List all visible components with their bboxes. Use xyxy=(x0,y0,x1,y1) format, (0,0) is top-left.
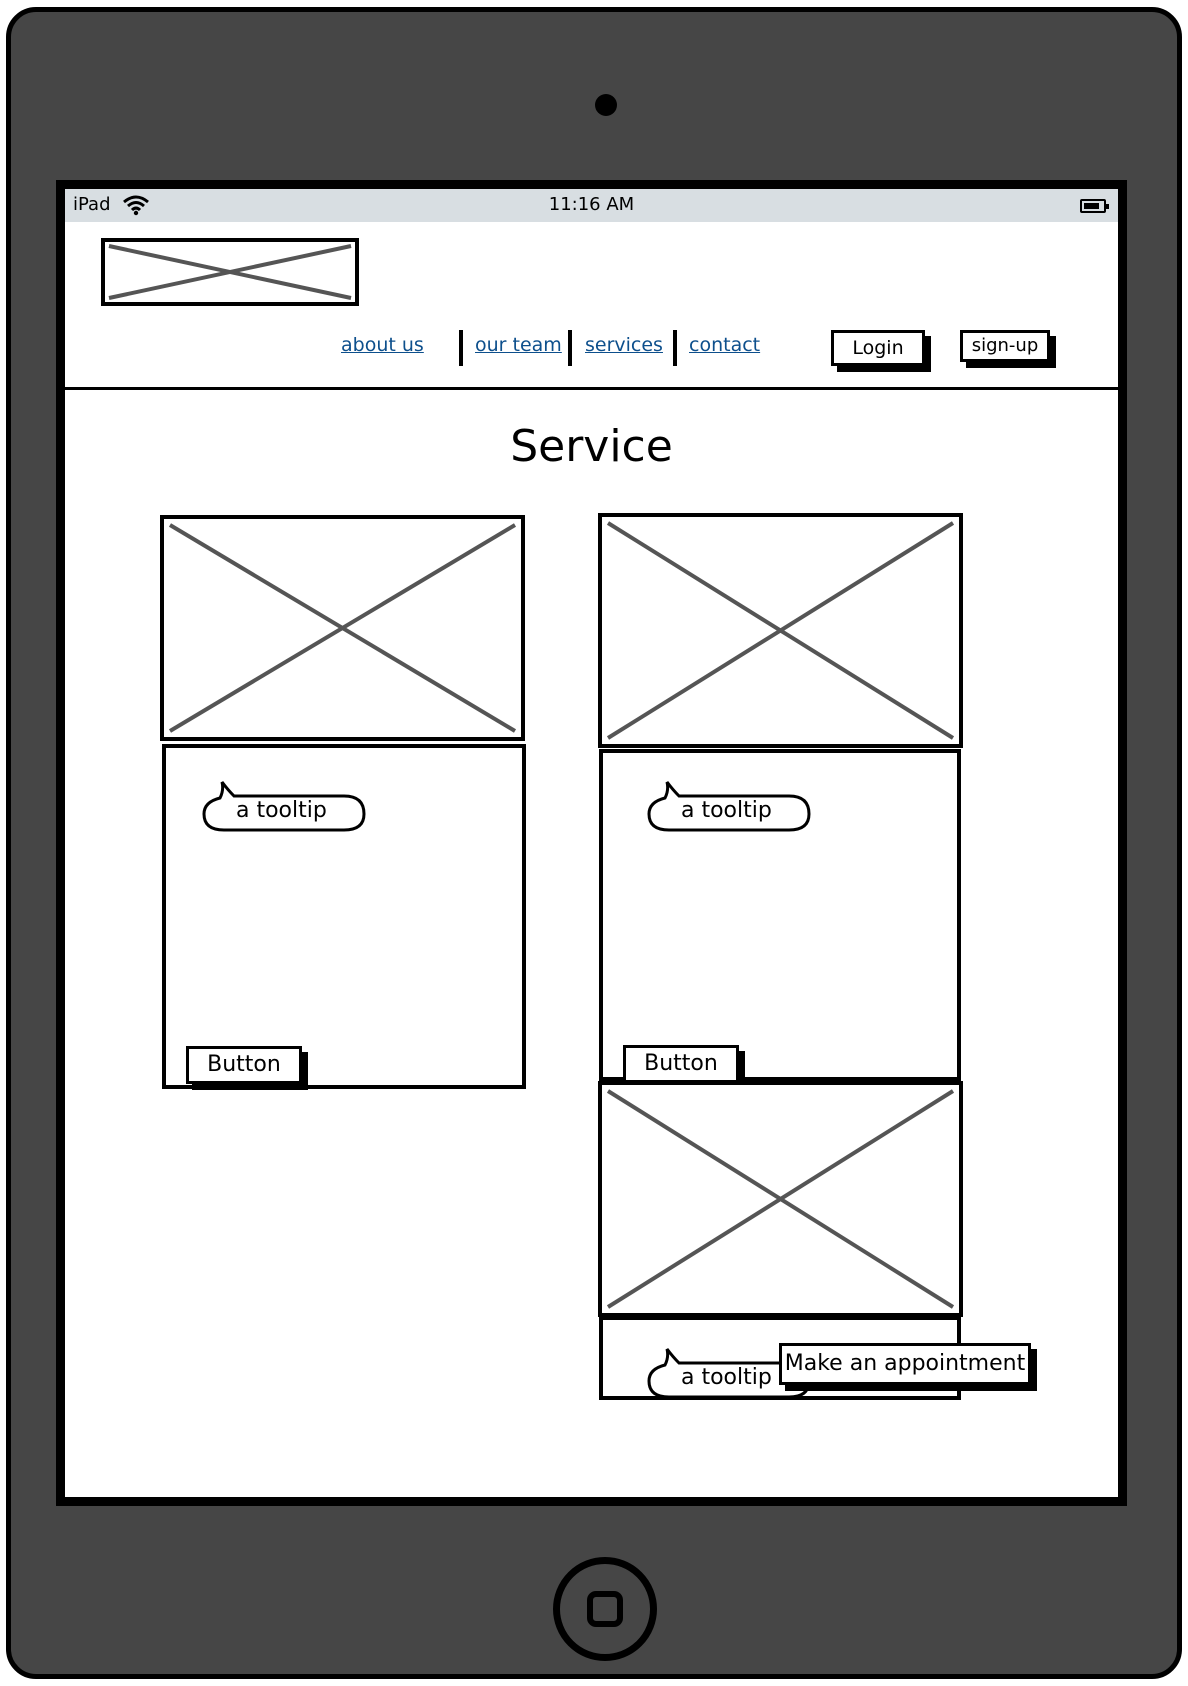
card-button[interactable]: Button xyxy=(186,1046,302,1084)
status-time: 11:16 AM xyxy=(548,194,635,215)
nav-link-contact[interactable]: contact xyxy=(689,334,760,356)
home-button[interactable] xyxy=(553,1557,657,1661)
logo-placeholder xyxy=(101,238,359,306)
signup-button[interactable]: sign-up xyxy=(960,330,1050,362)
tooltip: a tooltip xyxy=(202,780,366,832)
nav-separator xyxy=(673,330,677,366)
screen: iPad 11:16 AM about us our team services… xyxy=(56,180,1127,1506)
status-bar: iPad 11:16 AM xyxy=(65,189,1118,222)
nav-link-about-us[interactable]: about us xyxy=(341,334,424,356)
card-image-placeholder xyxy=(598,513,963,748)
nav-separator xyxy=(459,330,463,366)
login-button[interactable]: Login xyxy=(831,330,925,366)
tooltip-text: a tooltip xyxy=(236,798,327,823)
tooltip-text: a tooltip xyxy=(681,798,772,823)
home-button-icon xyxy=(587,1591,623,1627)
service-card: a tooltip Button xyxy=(162,744,526,1089)
battery-icon xyxy=(1080,199,1109,213)
nav-link-services[interactable]: services xyxy=(585,334,663,356)
tooltip-text: a tooltip xyxy=(681,1365,772,1390)
card-button[interactable]: Button xyxy=(623,1045,739,1083)
nav-link-our-team[interactable]: our team xyxy=(475,334,562,356)
card-image-placeholder xyxy=(598,1081,963,1317)
nav-separator xyxy=(568,330,572,366)
service-card: a tooltip Button xyxy=(599,749,961,1083)
tooltip: a tooltip xyxy=(647,780,811,832)
header-divider xyxy=(65,387,1118,390)
page-title: Service xyxy=(510,421,673,472)
card-image-placeholder xyxy=(160,515,525,741)
camera-icon xyxy=(595,94,617,116)
make-appointment-button[interactable]: Make an appointment xyxy=(779,1343,1031,1385)
